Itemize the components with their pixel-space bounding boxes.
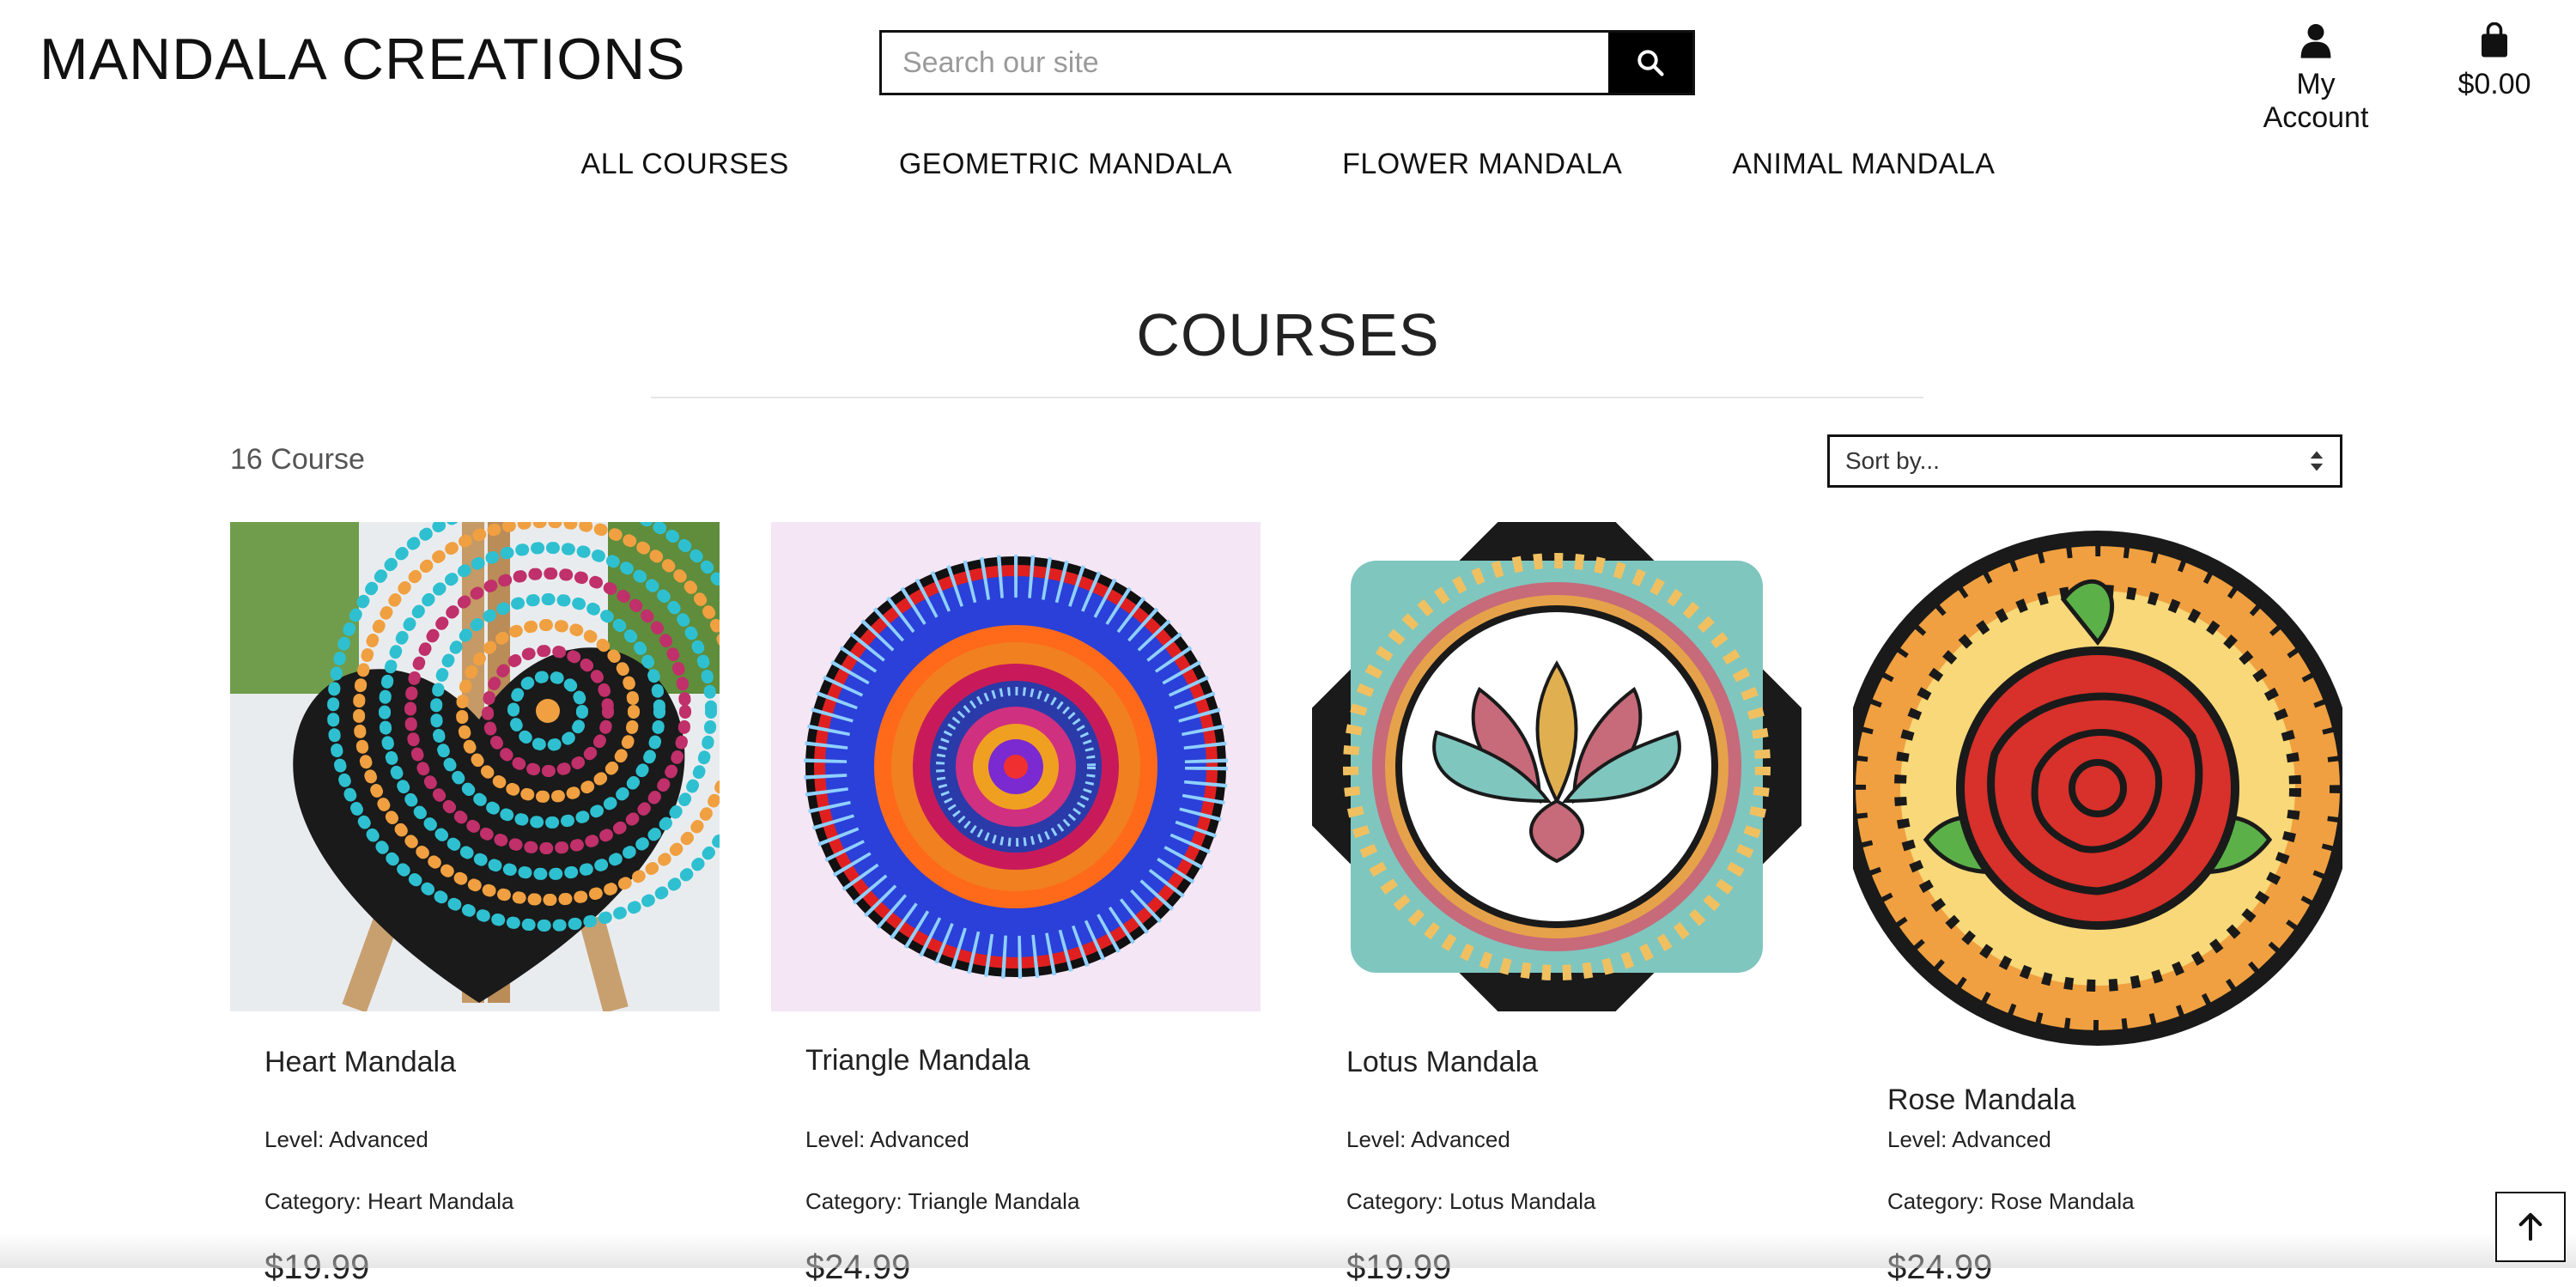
course-card[interactable]: Triangle Mandala Level: Advanced Categor… [771,522,1261,1286]
course-name[interactable]: Heart Mandala [264,1046,456,1079]
nav-flower-mandala[interactable]: FLOWER MANDALA [1342,148,1622,181]
course-level: Level: Advanced [1346,1126,1510,1152]
title-divider [651,397,1923,398]
lotus-mandala-image[interactable] [1312,522,1801,1011]
nav-geometric-mandala[interactable]: GEOMETRIC MANDALA [899,148,1232,181]
course-name[interactable]: Rose Mandala [1887,1084,2075,1117]
sort-caret-icon [2310,451,2324,471]
site-logo[interactable]: MANDALA CREATIONS [39,26,686,93]
course-card[interactable]: Lotus Mandala Level: Advanced Category: … [1312,522,1801,1286]
search-button[interactable] [1608,33,1692,93]
course-category: Category: Lotus Mandala [1346,1188,1596,1214]
my-account-label: My Account [2263,68,2369,134]
back-to-top-button[interactable] [2495,1192,2566,1262]
user-icon [2300,24,2331,58]
triangle-mandala-image[interactable] [771,522,1261,1011]
cart-link[interactable]: $0.00 [2458,21,2531,101]
course-level: Level: Advanced [264,1126,428,1152]
course-category: Category: Rose Mandala [1887,1188,2135,1214]
arrow-up-icon [2518,1212,2543,1241]
sort-select[interactable]: Sort by... [1827,434,2342,488]
cart-total: $0.00 [2458,68,2531,100]
page-title: COURSES [1136,301,1440,368]
course-level: Level: Advanced [1887,1126,2051,1152]
course-level: Level: Advanced [805,1126,969,1152]
search-bar [879,30,1695,95]
search-input[interactable] [882,33,1608,93]
course-card[interactable]: Rose Mandala Level: Advanced Category: R… [1853,522,2342,1286]
course-name[interactable]: Triangle Mandala [805,1044,1030,1078]
heart-mandala-image[interactable] [230,522,720,1011]
nav-all-courses[interactable]: ALL COURSES [581,148,789,181]
shopping-bag-icon [2482,21,2507,58]
sort-label: Sort by... [1845,447,1940,474]
search-icon [1637,50,1664,76]
nav-animal-mandala[interactable]: ANIMAL MANDALA [1732,148,1995,181]
course-name[interactable]: Lotus Mandala [1346,1046,1538,1079]
bottom-fade [0,1234,2576,1268]
main-nav: ALL COURSES GEOMETRIC MANDALA FLOWER MAN… [0,148,2576,181]
rose-mandala-image[interactable] [1853,522,2342,1054]
course-count: 16 Course [230,443,365,476]
my-account-link[interactable]: My Account [2243,22,2389,135]
course-category: Category: Heart Mandala [264,1188,514,1214]
course-card[interactable]: Heart Mandala Level: Advanced Category: … [230,522,720,1286]
course-category: Category: Triangle Mandala [805,1188,1080,1214]
